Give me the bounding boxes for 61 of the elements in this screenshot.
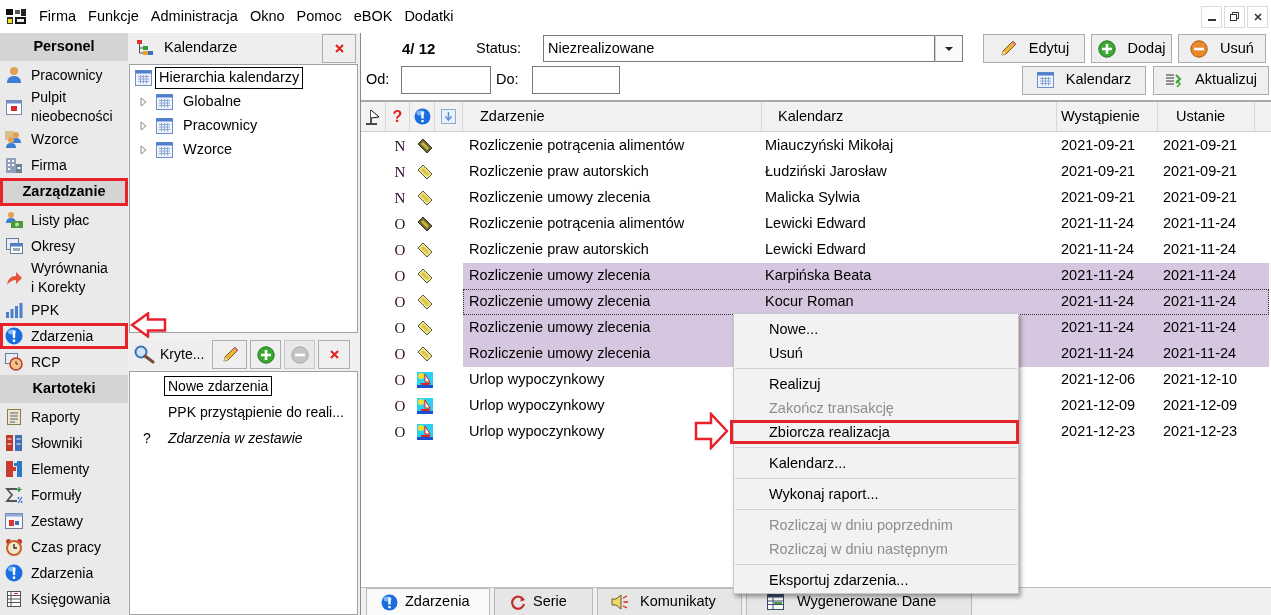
table-cell: 2021-11-24 [1061, 319, 1135, 336]
to-label: Do: [496, 71, 520, 89]
status-letter: N [394, 138, 406, 154]
table-cell: Lewicki Edward [765, 215, 866, 232]
table-cell: Rozliczenie umowy zlecenia [469, 189, 651, 206]
status-letter: N [394, 190, 406, 206]
table-cell: 2021-12-06 [1061, 371, 1136, 388]
table-cell: 2021-11-24 [1061, 267, 1135, 284]
record-counter: 4/ 12 [402, 39, 437, 58]
table-cell: 2021-12-10 [1163, 371, 1238, 388]
status-letter: O [394, 398, 406, 414]
table-cell: 2021-11-24 [1163, 215, 1237, 232]
table-cell: 2021-11-24 [1061, 293, 1135, 310]
table-cell: Rozliczenie praw autorskich [469, 241, 649, 258]
table-cell: 2021-09-21 [1061, 189, 1136, 206]
panel-title: Kalendarze [164, 39, 238, 57]
status-letter: O [394, 372, 406, 388]
table-cell: Malicka Sylwia [765, 189, 861, 206]
table-cell: 2021-12-23 [1061, 423, 1136, 440]
table-cell: Miauczyński Mikołaj [765, 137, 894, 154]
table-cell: Rozliczenie umowy zlecenia [469, 319, 651, 336]
table-cell: 2021-11-24 [1163, 241, 1237, 258]
status-label: Status: [476, 39, 523, 58]
status-letter: O [394, 216, 406, 232]
table-cell: 2021-12-09 [1163, 397, 1238, 414]
table-cell: Karpińska Beata [765, 267, 872, 284]
table-cell: 2021-11-24 [1163, 267, 1237, 284]
table-cell: Rozliczenie umowy zlecenia [469, 345, 651, 362]
table-cell: Łudziński Jarosław [765, 163, 887, 180]
table-cell: Kocur Roman [765, 293, 854, 310]
table-cell: 2021-12-23 [1163, 423, 1238, 440]
table-cell: 2021-11-24 [1163, 293, 1237, 310]
from-label: Od: [366, 71, 391, 89]
table-cell: Urlop wypoczynkowy [469, 371, 605, 388]
table-cell: 2021-09-21 [1163, 137, 1238, 154]
table-cell: 2021-09-21 [1061, 137, 1136, 154]
status-letter: O [394, 424, 406, 440]
table-cell: 2021-09-21 [1163, 163, 1238, 180]
status-letter: N [394, 164, 406, 180]
table-cell: Rozliczenie potrącenia alimentów [469, 215, 685, 232]
table-cell: 2021-11-24 [1163, 345, 1237, 362]
table-cell: 2021-11-24 [1163, 319, 1237, 336]
status-letter: O [394, 294, 406, 310]
table-cell: Lewicki Edward [765, 241, 866, 258]
status-letter: O [394, 320, 406, 336]
table-cell: Rozliczenie umowy zlecenia [469, 267, 651, 284]
status-letter: O [394, 346, 406, 362]
table-cell: 2021-09-21 [1061, 163, 1136, 180]
table-cell: 2021-11-24 [1061, 215, 1135, 232]
status-letter: O [394, 242, 406, 258]
status-letter: O [394, 268, 406, 284]
table-cell: Rozliczenie potrącenia alimentów [469, 137, 685, 154]
table-cell: 2021-12-09 [1061, 397, 1136, 414]
table-cell: 2021-11-24 [1061, 345, 1135, 362]
table-cell: Urlop wypoczynkowy [469, 423, 605, 440]
question-mark: ? [143, 429, 151, 446]
table-cell: Rozliczenie praw autorskich [469, 163, 649, 180]
table-cell: Rozliczenie umowy zlecenia [469, 293, 651, 310]
table-cell: 2021-09-21 [1163, 189, 1238, 206]
table-cell: 2021-11-24 [1061, 241, 1135, 258]
table-cell: Urlop wypoczynkowy [469, 397, 605, 414]
